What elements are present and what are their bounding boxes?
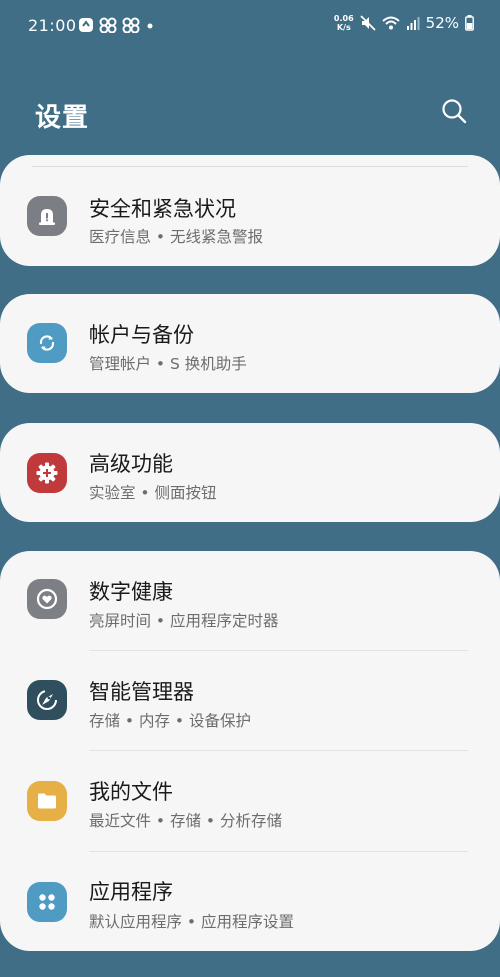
search-button[interactable] xyxy=(440,97,468,125)
settings-card-advanced: 高级功能 实验室 • 侧面按钮 xyxy=(0,423,500,522)
item-subtitle: 默认应用程序 • 应用程序设置 xyxy=(89,913,294,931)
settings-item-my-files[interactable]: 我的文件 最近文件 • 存储 • 分析存储 xyxy=(0,751,500,852)
folder-icon xyxy=(27,781,67,821)
signal-icon xyxy=(406,17,420,30)
battery-percent: 52% xyxy=(425,14,459,32)
battery-icon xyxy=(465,15,474,31)
item-title: 数字健康 xyxy=(89,580,173,604)
item-subtitle: 医疗信息 • 无线紧急警报 xyxy=(89,228,263,246)
item-subtitle: 管理帐户 • S 换机助手 xyxy=(89,355,247,373)
net-speed: 0.06 K/s xyxy=(334,14,354,32)
settings-item-accounts-backup[interactable]: 帐户与备份 管理帐户 • S 换机助手 xyxy=(0,294,500,394)
item-subtitle: 最近文件 • 存储 • 分析存储 xyxy=(89,812,282,830)
heart-circle-icon xyxy=(27,579,67,619)
more-notifications-dot-icon xyxy=(147,23,153,29)
search-icon xyxy=(442,99,467,124)
settings-item-advanced-features[interactable]: 高级功能 实验室 • 侧面按钮 xyxy=(0,423,500,523)
item-subtitle: 亮屏时间 • 应用程序定时器 xyxy=(89,612,279,630)
net-speed-unit: K/s xyxy=(336,23,351,32)
item-subtitle: 存储 • 内存 • 设备保护 xyxy=(89,712,251,730)
mute-icon xyxy=(360,15,376,31)
item-title: 高级功能 xyxy=(89,452,173,476)
status-right: 0.06 K/s 52% xyxy=(334,14,474,32)
sync-icon xyxy=(27,323,67,363)
settings-item-safety-emergency[interactable]: 安全和紧急状况 医疗信息 • 无线紧急警报 xyxy=(0,166,500,266)
status-time: 21:00 xyxy=(28,16,77,35)
item-title: 应用程序 xyxy=(89,880,173,904)
settings-item-device-care[interactable]: 智能管理器 存储 • 内存 • 设备保护 xyxy=(0,651,500,751)
game-notification-icon xyxy=(99,17,117,33)
settings-card-accounts: 帐户与备份 管理帐户 • S 换机助手 xyxy=(0,294,500,393)
wifi-icon xyxy=(381,16,400,30)
game-notification-icon xyxy=(122,17,140,33)
apps-grid-icon xyxy=(27,882,67,922)
rocket-icon xyxy=(27,680,67,720)
notification-icons xyxy=(78,17,155,33)
settings-card-safety: 安全和紧急状况 医疗信息 • 无线紧急警报 xyxy=(0,155,500,266)
settings-card-device: 数字健康 亮屏时间 • 应用程序定时器 智能管理器 存储 • 内存 • 设备保护… xyxy=(0,551,500,951)
net-speed-value: 0.06 xyxy=(333,14,354,23)
item-title: 帐户与备份 xyxy=(89,323,194,347)
siren-icon xyxy=(27,196,67,236)
item-title: 智能管理器 xyxy=(89,680,194,704)
item-subtitle: 实验室 • 侧面按钮 xyxy=(89,484,217,502)
app-notification-icon xyxy=(79,18,93,32)
gear-plus-icon xyxy=(27,453,67,493)
status-bar: 21:00 0.06 K/s 52% xyxy=(0,0,500,56)
item-title: 安全和紧急状况 xyxy=(89,197,236,221)
settings-item-apps[interactable]: 应用程序 默认应用程序 • 应用程序设置 xyxy=(0,852,500,952)
settings-item-digital-wellbeing[interactable]: 数字健康 亮屏时间 • 应用程序定时器 xyxy=(0,551,500,651)
item-title: 我的文件 xyxy=(89,780,173,804)
page-title: 设置 xyxy=(35,103,90,133)
